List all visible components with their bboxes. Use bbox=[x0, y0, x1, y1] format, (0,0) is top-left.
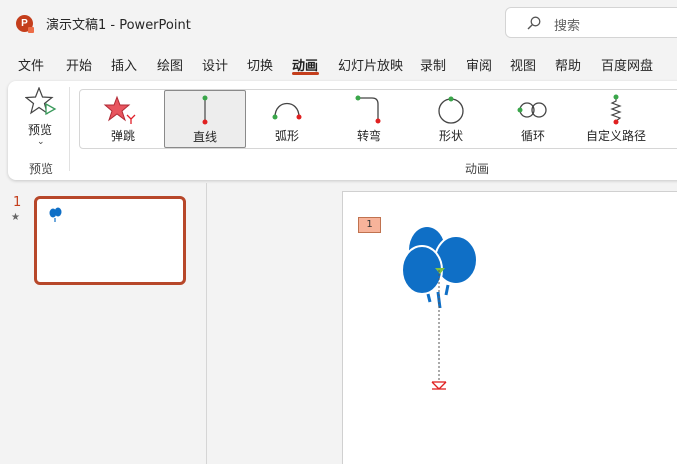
search-placeholder: 搜索 bbox=[554, 19, 581, 34]
pane-divider bbox=[206, 183, 207, 464]
animation-arc[interactable]: 弧形 bbox=[246, 90, 328, 148]
loop-path-icon bbox=[517, 102, 547, 118]
arc-path-icon bbox=[272, 102, 302, 120]
motion-path-line[interactable] bbox=[421, 270, 461, 394]
animation-label: 转弯 bbox=[356, 129, 381, 143]
animation-turn[interactable]: 转弯 bbox=[328, 90, 410, 148]
animation-loop[interactable]: 循环 bbox=[492, 90, 574, 148]
tab-draw[interactable]: 绘图 bbox=[157, 55, 183, 74]
star-preview-icon bbox=[25, 87, 57, 116]
animation-bounce[interactable]: 弹跳 bbox=[82, 90, 164, 148]
tab-help[interactable]: 帮助 bbox=[555, 55, 581, 74]
search-box[interactable]: 搜索 bbox=[505, 7, 677, 38]
animation-custom-path[interactable]: 自定义路径 bbox=[574, 90, 658, 148]
animation-label: 形状 bbox=[438, 129, 463, 143]
animation-label: 弧形 bbox=[274, 129, 299, 143]
shape-path-icon bbox=[438, 96, 464, 124]
slide-thumbnail[interactable] bbox=[34, 196, 186, 285]
turn-path-icon bbox=[355, 95, 381, 124]
document-title: 演示文稿1 - PowerPoint bbox=[46, 18, 191, 33]
animation-shape[interactable]: 形状 bbox=[410, 90, 492, 148]
animation-star-icon: ★ bbox=[11, 212, 20, 223]
animation-label: 直线 bbox=[192, 130, 217, 144]
slide-canvas[interactable] bbox=[342, 191, 677, 464]
preview-group-label: 预览 bbox=[29, 162, 54, 176]
chevron-down-icon[interactable]: ⌄ bbox=[37, 137, 45, 147]
animation-label: 循环 bbox=[520, 129, 545, 143]
bounce-icon bbox=[103, 95, 136, 124]
ribbon-tabs: 文件 开始 插入 绘图 设计 切换 动画 幻灯片放映 录制 审阅 视图 帮助 百… bbox=[0, 50, 677, 78]
tab-record[interactable]: 录制 bbox=[420, 55, 446, 74]
animation-gallery: 弹跳 直线 弧形 转弯 形状 循环 自定义路径 bbox=[79, 89, 677, 149]
title-bar: P 演示文稿1 - PowerPoint 搜索 bbox=[0, 0, 677, 46]
tab-view[interactable]: 视图 bbox=[510, 55, 536, 74]
powerpoint-logo-icon: P bbox=[16, 15, 34, 33]
tab-slideshow[interactable]: 幻灯片放映 bbox=[338, 55, 403, 74]
slide-number: 1 bbox=[13, 195, 22, 210]
tab-home[interactable]: 开始 bbox=[66, 55, 92, 74]
preview-button[interactable]: 预览 ⌄ bbox=[18, 85, 62, 151]
tab-baidu-netdisk[interactable]: 百度网盘 bbox=[601, 55, 653, 74]
custom-path-icon bbox=[610, 94, 622, 125]
search-icon bbox=[527, 16, 541, 30]
animation-order-tag[interactable]: 1 bbox=[358, 217, 381, 233]
ribbon-panel: 预览 ⌄ 预览 弹跳 直线 弧形 转弯 形状 循环 自定义路径 动画 bbox=[8, 81, 677, 180]
group-divider bbox=[69, 87, 70, 171]
animation-line[interactable]: 直线 bbox=[164, 90, 246, 148]
tab-file[interactable]: 文件 bbox=[18, 55, 44, 74]
animation-label: 弹跳 bbox=[110, 129, 135, 143]
animation-group-label: 动画 bbox=[465, 162, 490, 176]
tab-insert[interactable]: 插入 bbox=[111, 55, 137, 74]
active-tab-indicator bbox=[292, 72, 319, 75]
preview-label: 预览 bbox=[28, 123, 53, 137]
tab-transitions[interactable]: 切换 bbox=[247, 55, 273, 74]
tab-design[interactable]: 设计 bbox=[202, 55, 228, 74]
balloon-icon bbox=[49, 207, 62, 222]
animation-label: 自定义路径 bbox=[585, 129, 646, 143]
tab-review[interactable]: 审阅 bbox=[466, 55, 492, 74]
line-path-icon bbox=[202, 95, 208, 125]
